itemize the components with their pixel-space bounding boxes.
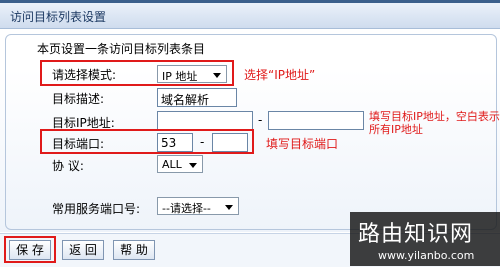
target-port-separator: - — [200, 135, 205, 149]
watermark-site-name: 路由知识网 — [358, 222, 474, 247]
target-desc-input[interactable]: 域名解析 — [157, 88, 237, 107]
target-desc-value: 域名解析 — [161, 93, 210, 107]
save-button[interactable]: 保 存 — [9, 240, 51, 260]
annotation-port: 填写目标端口 — [266, 137, 339, 151]
common-port-label: 常用服务端口号: — [52, 202, 141, 216]
common-port-select[interactable]: --请选择-- — [157, 197, 239, 215]
target-ip-end-input[interactable] — [268, 111, 364, 130]
annotation-mode: 选择“IP地址” — [244, 68, 316, 82]
mode-label: 请选择模式: — [52, 68, 117, 82]
protocol-label: 协 议: — [52, 159, 84, 173]
common-port-select-value: --请选择-- — [162, 202, 211, 215]
target-ip-separator: - — [258, 113, 263, 127]
target-port-label: 目标端口: — [52, 137, 105, 151]
target-port-start-input[interactable]: 53 — [157, 133, 193, 152]
target-ip-start-input[interactable] — [157, 111, 253, 130]
mode-select-value: IP 地址 — [162, 70, 198, 83]
chevron-down-icon — [189, 163, 197, 168]
title-bar: 访问目标列表设置 — [0, 3, 500, 29]
protocol-select[interactable]: ALL — [157, 155, 203, 173]
annotation-ip: 填写目标IP地址，空白表示所有IP地址 — [369, 110, 500, 136]
form-description: 本页设置一条访问目标列表条目 — [37, 42, 206, 56]
protocol-select-value: ALL — [162, 158, 182, 171]
target-port-end-input[interactable] — [212, 133, 248, 152]
target-desc-label: 目标描述: — [52, 92, 105, 106]
chevron-down-icon — [225, 205, 233, 210]
mode-select[interactable]: IP 地址 — [157, 65, 227, 83]
watermark-logo: 路由知识网 www.yilanbo.com — [350, 212, 500, 266]
back-button[interactable]: 返 回 — [62, 240, 104, 260]
watermark-url: www.yilanbo.com — [378, 249, 475, 262]
help-button[interactable]: 帮 助 — [113, 240, 155, 260]
page-title: 访问目标列表设置 — [10, 10, 107, 24]
target-port-start-value: 53 — [161, 136, 177, 150]
chevron-down-icon — [213, 73, 221, 78]
